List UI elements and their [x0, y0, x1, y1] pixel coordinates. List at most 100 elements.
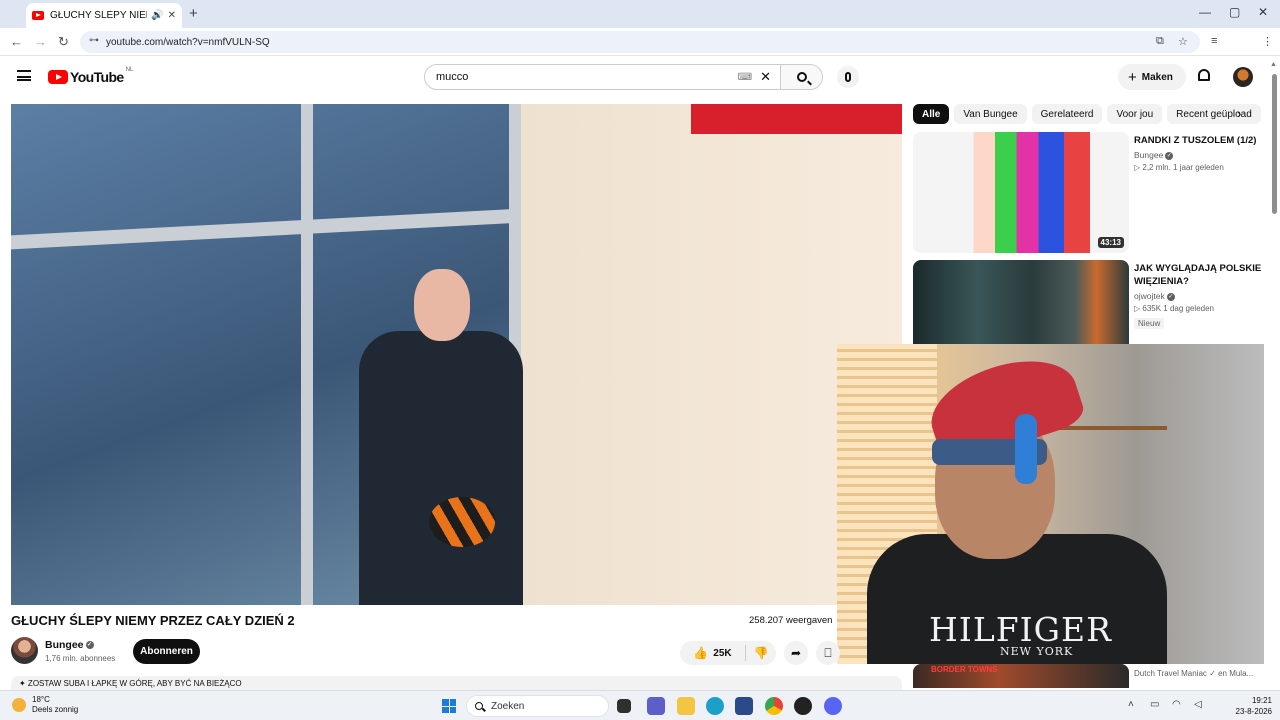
url-field[interactable]: ⊶ youtube.com/watch?v=nmfVULN-SQ	[80, 31, 1200, 53]
chip-from-channel[interactable]: Van Bungee	[954, 104, 1027, 124]
new-tab-icon[interactable]: +	[189, 5, 198, 22]
audio-playing-icon[interactable]: 🔊	[151, 10, 163, 21]
volume-icon[interactable]: ◁	[1194, 699, 1202, 710]
thumbs-up-icon: 👍	[693, 646, 709, 660]
weather-widget[interactable]: 18°C Deels zonnig	[12, 695, 78, 715]
back-icon[interactable]: ←	[10, 34, 23, 49]
microphone-icon	[845, 72, 851, 82]
create-button[interactable]: + Maken	[1118, 64, 1186, 90]
tab-title: GŁUCHY ŚLEPY NIEMY PRZEZ	[50, 10, 147, 21]
recommendation-stats: ▷ 635K 1 dag geleden	[1134, 304, 1214, 313]
browser-menu-icon[interactable]: ⋮	[1262, 35, 1273, 48]
dislike-button[interactable]: 👎	[746, 646, 776, 660]
youtube-favicon-icon	[32, 11, 44, 20]
search-box[interactable]: mucco ⌨ ✕	[424, 64, 823, 90]
chip-all[interactable]: Alle	[913, 104, 950, 124]
teams-icon[interactable]	[647, 697, 665, 715]
browser-tab[interactable]: GŁUCHY ŚLEPY NIEMY PRZEZ 🔊 ✕	[26, 3, 182, 28]
task-view-icon[interactable]	[617, 699, 631, 713]
chip-recently-uploaded[interactable]: Recent geüpload	[1167, 104, 1261, 124]
clear-search-icon[interactable]: ✕	[760, 69, 771, 85]
recommendation-item[interactable]: JAK WYGLĄDAJĄ POLSKIE WIĘZIENIA? ojwojte…	[913, 260, 1263, 344]
save-button[interactable]: ⎕	[816, 641, 840, 665]
search-icon	[796, 72, 807, 82]
time: 19:21	[1251, 696, 1272, 705]
chip-related[interactable]: Gerelateerd	[1031, 104, 1103, 124]
recommendation-chips: Alle Van Bungee Gerelateerd Voor jou Rec…	[913, 103, 1261, 125]
channel-name[interactable]: Bungee ✓	[45, 639, 94, 651]
shirt-brand-text: HILFIGER	[929, 610, 1112, 649]
reading-list-icon[interactable]: ≡	[1211, 35, 1217, 47]
plus-icon: +	[1128, 68, 1137, 86]
temperature: 18°C	[32, 695, 50, 704]
video-thumbnail[interactable]: 43:13	[913, 132, 1129, 253]
shirt-city-text: NEW YORK	[1000, 645, 1074, 658]
clock[interactable]: 19:21 23-8-2026	[1220, 695, 1272, 717]
keyboard-icon[interactable]: ⌨	[738, 72, 752, 83]
verified-icon: ✓	[1166, 292, 1175, 301]
browser-tab-strip: GŁUCHY ŚLEPY NIEMY PRZEZ 🔊 ✕ + — ▢ ✕	[0, 0, 1280, 28]
start-button-icon[interactable]	[442, 699, 456, 713]
description-box[interactable]: ✦ ZOSTAW SUBA I ŁAPKĘ W GÓRĘ, ABY BYĆ NA…	[11, 676, 902, 690]
create-label: Maken	[1141, 71, 1173, 83]
share-button[interactable]: ➦	[784, 641, 808, 665]
chrome-icon[interactable]	[765, 697, 783, 715]
reload-icon[interactable]: ↻	[58, 34, 69, 50]
maximize-icon[interactable]: ▢	[1229, 5, 1240, 19]
verified-icon: ✓	[1165, 151, 1174, 160]
account-avatar[interactable]	[1233, 67, 1253, 87]
recommendation-title[interactable]: RANDKI Z TUSZOLEM (1/2)	[1134, 134, 1264, 147]
video-title: GŁUCHY ŚLEPY NIEMY PRZEZ CAŁY DZIEŃ 2	[11, 613, 295, 628]
url-text: youtube.com/watch?v=nmfVULN-SQ	[106, 36, 270, 48]
minimize-icon[interactable]: —	[1199, 5, 1211, 19]
app-icon[interactable]	[794, 697, 812, 715]
recommendation-item[interactable]: 43:13 RANDKI Z TUSZOLEM (1/2) Bungee ✓ ▷ …	[913, 132, 1263, 256]
video-player[interactable]	[11, 104, 902, 605]
share-icon: ➦	[790, 646, 802, 660]
scroll-up-icon[interactable]: ▲	[1270, 61, 1277, 68]
search-button[interactable]	[780, 65, 822, 89]
hamburger-menu-icon[interactable]	[17, 70, 31, 81]
install-app-icon[interactable]: ⧉	[1156, 35, 1164, 48]
like-dislike-group: 👍 25K 👎	[680, 641, 776, 665]
file-explorer-icon[interactable]	[677, 697, 695, 715]
wifi-icon[interactable]: ◠	[1172, 699, 1181, 710]
voice-search-button[interactable]	[837, 66, 859, 88]
notifications-bell-icon[interactable]	[1197, 69, 1211, 84]
channel-avatar[interactable]	[11, 637, 38, 664]
youtube-logo[interactable]: YouTube NL	[48, 67, 134, 85]
taskbar-search[interactable]: Zoeken	[466, 695, 609, 717]
scrollbar-thumb[interactable]	[1272, 74, 1277, 214]
bookmark-star-icon[interactable]: ☆	[1178, 35, 1188, 48]
edge-icon[interactable]	[706, 697, 724, 715]
recommendation-thumbnail-partial[interactable]: BORDER TOWNS	[913, 664, 1129, 688]
chevron-right-icon[interactable]: ›	[1237, 106, 1241, 121]
store-icon[interactable]	[735, 697, 753, 715]
recommendation-channel[interactable]: ojwojtek	[1134, 291, 1165, 301]
address-bar-row: ← → ↻ ⊶ youtube.com/watch?v=nmfVULN-SQ ⧉…	[0, 28, 1280, 76]
recommendation-title[interactable]: JAK WYGLĄDAJĄ POLSKIE WIĘZIENIA?	[1134, 262, 1264, 288]
recommendation-channel-partial[interactable]: Dutch Travel Maniac ✓ en Mula...	[1134, 669, 1264, 678]
video-thumbnail[interactable]	[913, 260, 1129, 344]
country-code: NL	[125, 67, 134, 73]
discord-icon[interactable]	[824, 697, 842, 715]
search-input[interactable]: mucco	[425, 71, 738, 83]
like-button[interactable]: 👍 25K	[680, 646, 745, 660]
subscribe-button[interactable]: Abonneren	[133, 639, 200, 664]
close-tab-icon[interactable]: ✕	[168, 10, 176, 21]
date: 23-8-2026	[1235, 707, 1272, 716]
view-count: 258.207 weergaven	[749, 615, 833, 626]
thumbnail-overlay-text: BORDER TOWNS	[931, 665, 998, 674]
bookmark-icon: ⎕	[824, 645, 832, 660]
chip-for-you[interactable]: Voor jou	[1107, 104, 1163, 124]
logo-text: YouTube	[70, 69, 124, 85]
page-scrollbar[interactable]: ▲	[1270, 58, 1277, 688]
webcam-overlay: HILFIGER NEW YORK	[837, 344, 1264, 664]
recommendation-channel[interactable]: Bungee	[1134, 150, 1163, 160]
forward-icon[interactable]: →	[34, 34, 47, 49]
close-window-icon[interactable]: ✕	[1258, 5, 1268, 19]
new-badge: Nieuw	[1134, 318, 1165, 329]
network-icon[interactable]: ▭	[1150, 699, 1159, 710]
site-info-icon[interactable]: ⊶	[89, 35, 99, 46]
tray-chevron-icon[interactable]: ˄	[1128, 699, 1134, 710]
